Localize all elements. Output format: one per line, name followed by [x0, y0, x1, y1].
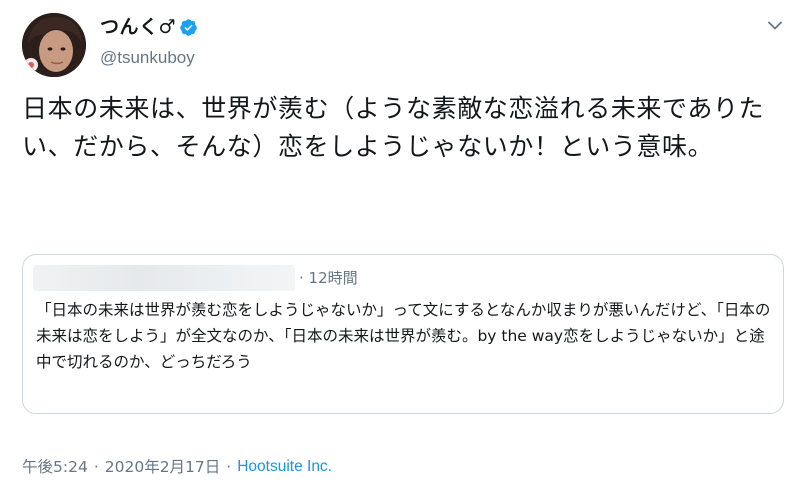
- quoted-author-redacted: [33, 265, 295, 291]
- verified-badge-icon: [179, 18, 198, 37]
- tweet-menu-button[interactable]: [764, 14, 786, 36]
- avatar-image: [22, 13, 86, 77]
- chevron-down-icon: [768, 21, 782, 29]
- author-name-row[interactable]: つんく♂: [100, 14, 198, 40]
- quoted-tweet-time[interactable]: · 12時間: [299, 265, 358, 291]
- display-name[interactable]: つんく♂: [100, 14, 176, 40]
- tweet-date[interactable]: 2020年2月17日: [105, 456, 221, 478]
- tweet-metadata: 午後5:24 · 2020年2月17日 · Hootsuite Inc.: [22, 456, 332, 478]
- tweet-text: 日本の未来は、世界が羨む（ような素敵な恋溢れる未来でありたい、だから、そんな）恋…: [22, 94, 765, 161]
- meta-separator: ·: [93, 458, 99, 476]
- quoted-tweet-text: 「日本の未来は世界が羨む恋をしようじゃないか」って文にするとなんか収まりが悪いん…: [36, 301, 771, 371]
- quoted-tweet[interactable]: · 12時間 「日本の未来は世界が羨む恋をしようじゃないか」って文にするとなんか…: [22, 254, 784, 414]
- quoted-tweet-header: · 12時間: [33, 265, 358, 291]
- meta-separator: ·: [226, 458, 232, 476]
- tweet-time[interactable]: 午後5:24: [22, 456, 88, 478]
- avatar[interactable]: [22, 13, 86, 77]
- username[interactable]: @tsunkuboy: [100, 47, 195, 69]
- tweet-source-link[interactable]: Hootsuite Inc.: [237, 456, 332, 478]
- tweet-card: つんく♂ @tsunkuboy 日本の未来は、世界が羨む（ような素敵な恋溢れる未…: [0, 0, 807, 487]
